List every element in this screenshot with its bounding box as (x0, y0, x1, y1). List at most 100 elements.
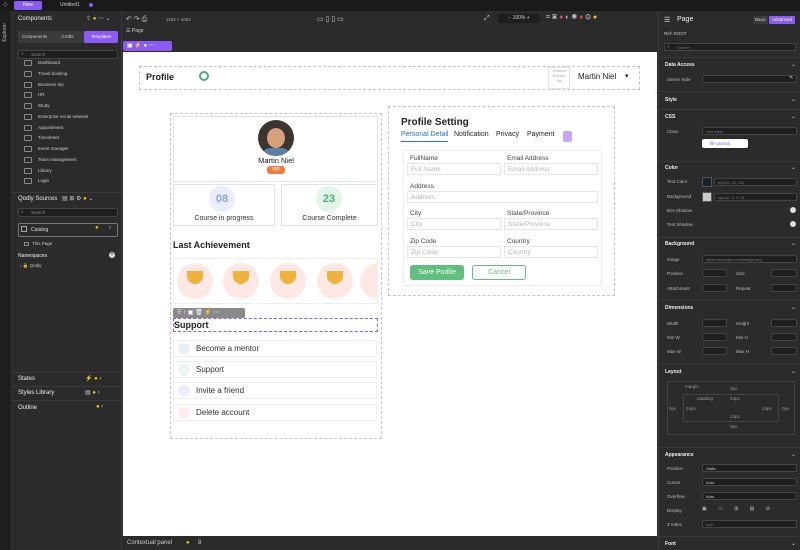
canvas-dims[interactable]: 1193 × 1082 (166, 17, 191, 22)
add-box-shadow-icon[interactable] (790, 207, 796, 213)
template-item[interactable]: Appointment (24, 123, 63, 133)
menu-icon[interactable]: ☰ (664, 16, 670, 24)
cancel-button[interactable]: Cancel (472, 265, 526, 280)
tab-notification[interactable]: Notification (454, 131, 489, 138)
header-user-name[interactable]: Martin Niel (578, 72, 616, 81)
settings-icon[interactable] (563, 131, 572, 142)
server-side-field[interactable] (702, 75, 797, 83)
appearance-title[interactable]: Appearance (665, 452, 694, 458)
chevron-down-icon[interactable]: ⌄ (791, 451, 796, 458)
template-item[interactable]: Login (24, 176, 49, 186)
min-w-field[interactable] (702, 333, 727, 341)
attachment-field[interactable] (702, 284, 727, 292)
this-page-item[interactable]: This Page (24, 241, 52, 246)
email-field[interactable]: Email Address (504, 163, 598, 175)
explorer-strip[interactable]: Explorer (0, 11, 12, 550)
chevron-down-icon[interactable]: ⌄ (791, 240, 796, 247)
device-icons[interactable]: ▭ ▯ ▯ ▭ (317, 15, 344, 23)
save-profile-button[interactable]: Save Profile (410, 265, 464, 280)
chevron-right-icon[interactable]: › (109, 225, 111, 231)
basic-toggle[interactable]: Basic (753, 16, 768, 24)
catalog-item[interactable]: Catalog (18, 223, 118, 237)
max-h-field[interactable] (771, 347, 797, 355)
text-color-field[interactable]: rgb(26, 32, 44) (714, 178, 797, 186)
city-field[interactable]: City (407, 218, 501, 230)
sources-actions[interactable]: ▤ ⊞ ⚙ ● ⌄ (62, 195, 93, 202)
font-title[interactable]: Font (665, 541, 676, 547)
tab-personal-detail[interactable]: Personal Detail (401, 131, 449, 142)
support-title[interactable]: Support (174, 320, 209, 330)
edit-icon[interactable]: ✎ (789, 75, 793, 81)
support-item-mentor[interactable]: Become a mentor (173, 340, 377, 357)
styles-library-title[interactable]: Styles Library (18, 390, 54, 396)
components-actions[interactable]: ⇪ ● ⋯ ⌄ (86, 15, 111, 22)
cursor-select[interactable]: Auto (702, 478, 797, 486)
chevron-down-icon[interactable]: ⌄ (791, 96, 796, 103)
background-color-swatch[interactable] (702, 192, 712, 202)
chevron-down-icon[interactable]: ⌄ (791, 540, 796, 547)
background-section-title[interactable]: Background (665, 241, 694, 247)
tab-components[interactable]: Components (18, 31, 51, 43)
advanced-toggle[interactable]: Advanced (769, 16, 795, 24)
width-field[interactable] (702, 319, 727, 327)
tab-close-icon[interactable] (89, 3, 93, 7)
data-access-title[interactable]: Data Access (665, 62, 695, 68)
color-title[interactable]: Color (665, 165, 678, 171)
page-breadcrumb[interactable]: ☰ Page (126, 28, 144, 34)
lightbulb-icon[interactable]: ● (95, 225, 99, 231)
template-item[interactable]: Study (24, 101, 50, 111)
overflow-select[interactable]: Auto (702, 492, 797, 500)
template-item[interactable]: Business trip (24, 80, 64, 90)
chevron-down-icon[interactable]: ⌄ (791, 368, 796, 375)
template-item[interactable]: Event manager (24, 144, 69, 154)
states-title[interactable]: States (18, 376, 35, 382)
min-h-field[interactable] (771, 333, 797, 341)
fullname-field[interactable]: Full Name (407, 163, 501, 175)
repeat-field[interactable] (771, 284, 797, 292)
image-field[interactable]: https://example.com/image.png (702, 255, 797, 263)
search-icon[interactable] (199, 71, 209, 81)
background-color-field[interactable]: rgba(0, 0, 0, 0) (714, 193, 797, 201)
text-color-swatch[interactable] (702, 177, 712, 187)
support-item-support[interactable]: Support (173, 361, 377, 378)
margin-top[interactable]: 0px (730, 386, 737, 391)
chevron-down-icon[interactable]: ⌄ (791, 61, 796, 68)
margin-right[interactable]: 0px (782, 406, 789, 411)
template-item[interactable]: Dashboard (24, 58, 60, 68)
class-field[interactable]: Add class (702, 127, 797, 135)
element-actions[interactable]: ▣ ⚡ ● ⋯ (123, 41, 172, 51)
padding-bottom[interactable]: 24px (730, 414, 740, 419)
css-title[interactable]: CSS (665, 114, 675, 120)
outline-title[interactable]: Outline (18, 405, 37, 411)
add-text-shadow-icon[interactable] (790, 221, 796, 227)
support-item-delete[interactable]: Delete account (173, 404, 377, 421)
styles-actions[interactable]: ▤ ● › (85, 389, 100, 396)
height-field[interactable] (771, 319, 797, 327)
document-tab[interactable]: Untitled1 (60, 1, 80, 10)
fit-icon[interactable]: ⤢ (484, 15, 490, 23)
support-item-invite[interactable]: Invite a friend (173, 382, 377, 399)
state-field[interactable]: State/Province (504, 218, 598, 230)
chevron-down-icon[interactable]: ⌄ (791, 164, 796, 171)
properties-search[interactable]: Search (664, 43, 796, 51)
tab-templates[interactable]: Templates (84, 31, 118, 43)
margin-bottom[interactable]: 0px (730, 424, 737, 429)
country-field[interactable]: Country (504, 246, 598, 258)
sources-search[interactable]: Search (18, 208, 118, 217)
template-item[interactable]: Team management (24, 155, 77, 165)
padding-top[interactable]: 24px (730, 396, 740, 401)
contextual-label[interactable]: Contextual panel (127, 540, 172, 546)
chevron-down-icon[interactable]: ⌄ (791, 113, 796, 120)
display-options[interactable]: ▣ ▭ ⊞ ▤ ⊘ (702, 506, 775, 512)
lightbulb-icon[interactable]: ● (186, 540, 190, 546)
max-w-field[interactable] (702, 347, 727, 355)
chevron-down-icon[interactable]: ▾ (625, 72, 629, 80)
ap-position-select[interactable]: Static (702, 464, 797, 472)
zoom-control[interactable]: − 100% + (498, 14, 540, 23)
template-item[interactable]: HR (24, 90, 45, 100)
states-actions[interactable]: ⚡ ● › (85, 375, 101, 382)
tab-privacy[interactable]: Privacy (496, 131, 519, 138)
template-item[interactable]: Enterprise social network (24, 112, 88, 122)
padding-left[interactable]: 24px (686, 406, 696, 411)
margin-left[interactable]: 0px (669, 406, 676, 411)
